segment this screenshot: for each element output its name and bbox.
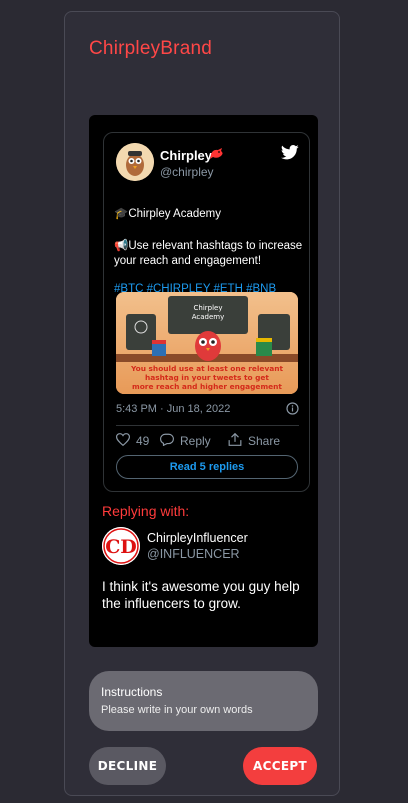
reply-text: I think it's awesome you guy help the in…	[102, 579, 300, 611]
accept-button[interactable]: ACCEPT	[243, 747, 317, 785]
media-caption-2: hashtag in your tweets to get	[145, 373, 269, 382]
instructions-title: Instructions	[101, 685, 163, 699]
media-board-line-2: Academy	[192, 313, 225, 321]
tweet-embed: Chirpley @chirpley 🎓Chirpley Academy 📢Us…	[103, 132, 310, 492]
media-board-line-1: Chirpley	[194, 304, 223, 312]
tweet-display-name: Chirpley	[160, 148, 213, 163]
replying-with-label: Replying with:	[102, 503, 190, 519]
share-label: Share	[248, 434, 281, 448]
instructions-body: Please write in your own words	[101, 704, 253, 716]
decline-button[interactable]: DECLINE	[89, 747, 166, 785]
tweet-media-image[interactable]: Chirpley Academy You should use at least…	[116, 292, 298, 394]
tweet-handle: @chirpley	[160, 165, 214, 179]
brand-title: ChirpleyBrand	[89, 38, 212, 59]
instructions-box: Instructions Please write in your own wo…	[89, 671, 318, 731]
media-caption-1: You should use at least one relevant	[130, 364, 284, 373]
tweet-timestamp[interactable]: 5:43 PM · Jun 18, 2022	[116, 403, 230, 415]
share-action[interactable]: Share	[228, 432, 281, 449]
chirpley-avatar	[116, 143, 154, 181]
influencer-name: ChirpleyInfluencer	[147, 531, 248, 545]
read-replies-button[interactable]: Read 5 replies	[116, 455, 298, 479]
tweet-body-line-1: 📢Use relevant hashtags to increase	[114, 240, 303, 252]
tweet-academy-line: 🎓Chirpley Academy	[114, 208, 221, 220]
reply-label: Reply	[180, 434, 211, 448]
reply-action[interactable]: Reply	[159, 433, 211, 449]
like-count: 49	[136, 434, 150, 448]
info-icon[interactable]	[286, 402, 299, 420]
heart-icon	[115, 433, 131, 449]
share-icon	[228, 432, 242, 449]
media-caption-3: more reach and higher engagement	[132, 382, 282, 391]
twitter-icon[interactable]	[280, 145, 299, 165]
reply-icon	[159, 433, 175, 449]
influencer-avatar-text: CD	[105, 536, 137, 558]
tweet-body-line-2: your reach and engagement!	[114, 255, 262, 267]
tweet-divider	[116, 425, 299, 426]
like-action[interactable]: 49	[115, 433, 150, 449]
preview-card: Chirpley @chirpley 🎓Chirpley Academy 📢Us…	[89, 115, 318, 647]
influencer-avatar: CD	[102, 527, 140, 565]
influencer-handle: @INFLUENCER	[147, 547, 240, 561]
red-bird-icon	[209, 147, 225, 166]
